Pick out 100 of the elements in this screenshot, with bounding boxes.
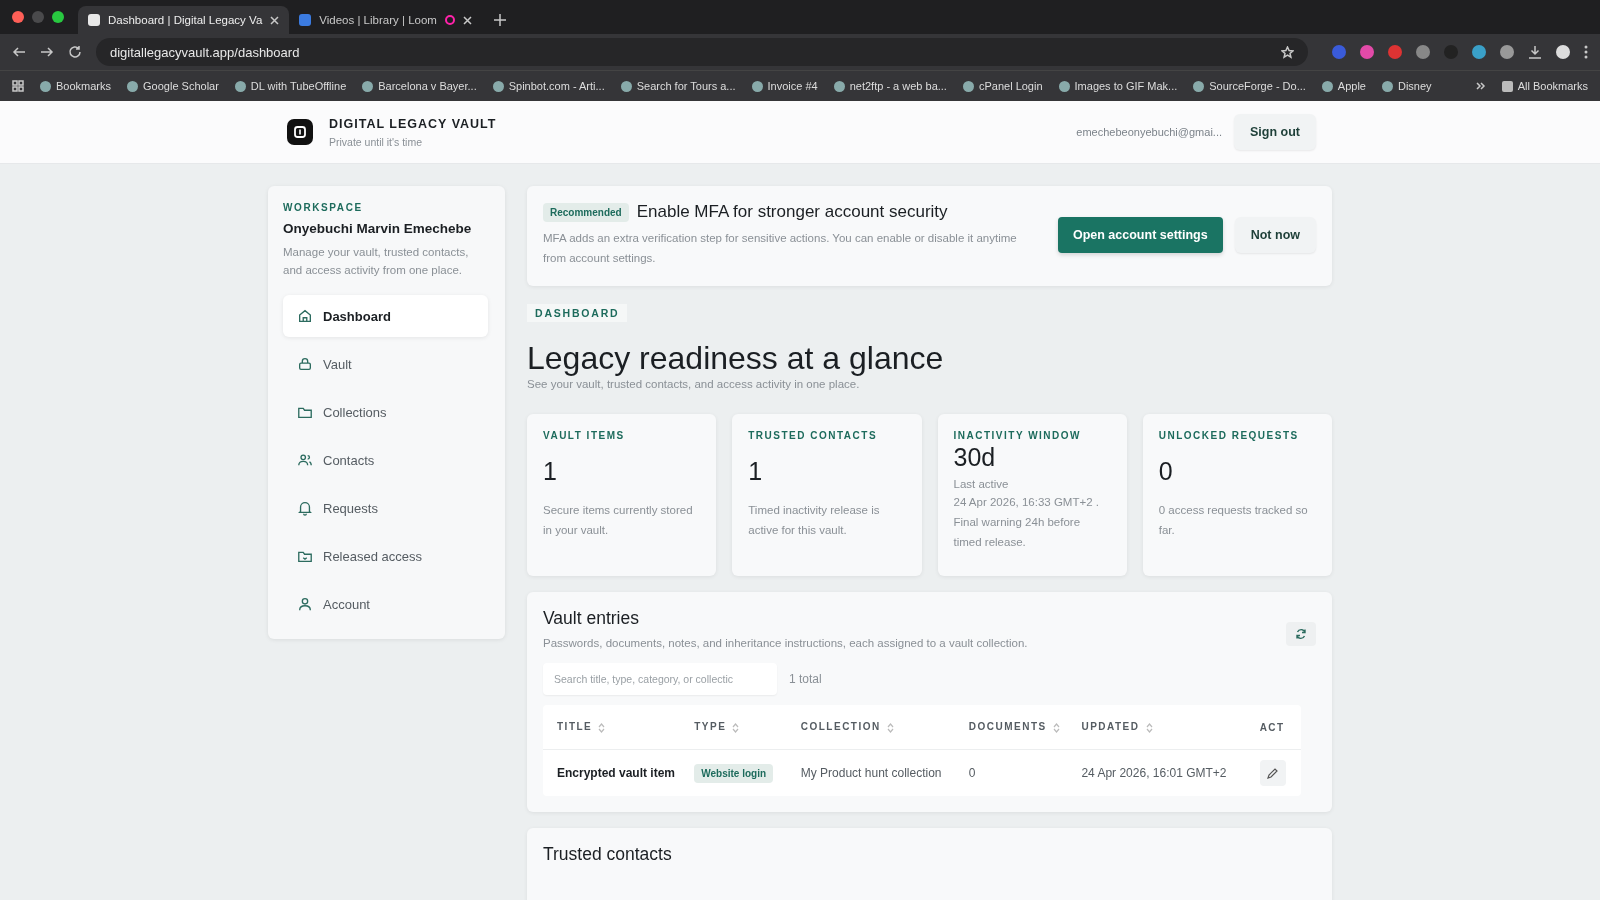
refresh-button[interactable] <box>1286 622 1316 646</box>
stat-label: UNLOCKED REQUESTS <box>1158 430 1300 441</box>
not-now-button[interactable]: Not now <box>1234 217 1316 253</box>
bell-icon <box>297 500 313 516</box>
table-cell: Encrypted vault item <box>543 749 681 796</box>
sidebar-item[interactable]: Released access <box>283 535 488 577</box>
sidebar-item[interactable]: Dashboard <box>283 295 488 337</box>
sort-icon <box>886 722 894 733</box>
sidebar-item[interactable]: Requests <box>283 487 488 529</box>
bookmark-link[interactable]: Google Scholar <box>127 80 219 92</box>
extension-icon[interactable] <box>1500 45 1514 59</box>
stat-value: 1 <box>543 457 558 486</box>
column-header[interactable]: TITLE <box>543 705 681 750</box>
table-cell: 0 <box>954 749 1068 796</box>
page-subtitle: See your vault, trusted contacts, and access activity in one place. <box>527 378 861 390</box>
table-cell: My Product hunt collection <box>786 749 955 796</box>
column-header[interactable]: ACT <box>1245 705 1301 750</box>
section-subtitle: Passwords, documents, notes, and inheritance instructions, each assigned to a vault collection. <box>543 637 1028 649</box>
column-header[interactable]: DOCUMENTS <box>954 705 1068 750</box>
section-title: Trusted contacts <box>543 844 673 865</box>
user-email: emechebeonyebuchi@gmai... <box>1076 126 1222 138</box>
sign-out-button[interactable]: Sign out <box>1234 114 1316 150</box>
extension-icon[interactable] <box>1416 45 1430 59</box>
stat-note: 24 Apr 2026, 16:33 GMT+2 . Final warning 24h before timed release. <box>953 495 1100 550</box>
profile-avatar[interactable] <box>1556 45 1570 59</box>
new-tab-icon[interactable] <box>493 14 506 26</box>
reload-icon[interactable] <box>68 45 82 59</box>
star-icon[interactable] <box>1281 45 1294 59</box>
page-title: Legacy readiness at a glance <box>527 340 945 377</box>
section-title: Vault entries <box>543 608 640 629</box>
stat-value: 30d <box>953 443 997 472</box>
banner-text: MFA adds an extra verification step for sensitive actions. You can enable or disable it anytime from account settings. <box>543 231 1018 266</box>
sidebar-item[interactable]: Account <box>283 583 488 625</box>
table-cell: 24 Apr 2026, 16:01 GMT+2 <box>1067 749 1246 796</box>
close-window-icon[interactable] <box>12 11 24 23</box>
sort-icon <box>1145 722 1153 733</box>
bookmark-link[interactable]: Disney <box>1382 80 1432 92</box>
person-icon <box>297 596 313 612</box>
sort-icon <box>598 722 606 733</box>
bookmark-link[interactable]: SourceForge - Do... <box>1193 80 1306 92</box>
stat-note: Secure items currently stored in your vault. <box>543 503 694 538</box>
menu-icon[interactable] <box>1584 45 1588 59</box>
people-icon <box>297 452 313 468</box>
sort-icon <box>1052 722 1060 733</box>
bookmark-link[interactable]: Barcelona v Bayer... <box>362 80 477 92</box>
record-icon <box>444 15 455 25</box>
sidebar-item[interactable]: Contacts <box>283 439 488 481</box>
bookmark-link[interactable]: cPanel Login <box>962 80 1043 92</box>
extension-icon[interactable] <box>1388 45 1402 59</box>
browser-tab[interactable]: Videos | Library | Loom <box>289 6 482 34</box>
stat-note: 0 access requests tracked so far. <box>1158 503 1309 538</box>
back-icon[interactable] <box>12 45 26 59</box>
bookmark-link[interactable]: Apple <box>1321 80 1366 92</box>
stat-note: Timed inactivity release is active for this vault. <box>748 503 881 538</box>
stat-label: VAULT ITEMS <box>543 430 626 441</box>
workspace-name: Onyebuchi Marvin Emechebe <box>283 221 473 236</box>
sort-icon <box>732 722 740 733</box>
download-icon[interactable] <box>1528 45 1542 59</box>
edit-button[interactable] <box>1259 760 1286 786</box>
address-bar[interactable]: digitallegacyvault.app/dashboard <box>96 38 1308 66</box>
close-tab-icon[interactable] <box>462 15 472 25</box>
stat-value: 1 <box>748 457 764 486</box>
stat-value: 0 <box>1158 457 1174 486</box>
column-header[interactable]: TYPE <box>680 705 787 750</box>
extension-icon[interactable] <box>1472 45 1486 59</box>
stat-sublabel: Last active <box>953 478 1010 490</box>
all-bookmarks-link[interactable]: All Bookmarks <box>1501 80 1588 92</box>
home-icon <box>297 308 313 324</box>
column-header[interactable]: COLLECTION <box>786 705 955 750</box>
search-field[interactable]: Search title, type, category, or collectic <box>543 663 777 695</box>
apps-grid-icon[interactable] <box>12 80 24 92</box>
lock-icon <box>297 356 313 372</box>
brand-name: DIGITAL LEGACY VAULT <box>329 116 497 131</box>
column-header[interactable]: UPDATED <box>1067 705 1246 750</box>
section-label: DASHBOARD <box>527 304 628 322</box>
brand-tagline: Private until it's time <box>329 135 424 148</box>
forward-icon[interactable] <box>40 45 54 59</box>
type-tag: Website login <box>694 764 774 783</box>
bookmark-link[interactable]: Bookmarks <box>40 80 112 92</box>
open-settings-button[interactable]: Open account settings <box>1057 217 1223 253</box>
more-bookmarks-icon[interactable] <box>1475 81 1486 91</box>
bookmark-link[interactable]: net2ftp - a web ba... <box>833 80 947 92</box>
bookmark-link[interactable]: Invoice #4 <box>751 80 818 92</box>
maximize-window-icon[interactable] <box>52 11 64 23</box>
sidebar-item[interactable]: Vault <box>283 343 488 385</box>
close-tab-icon[interactable] <box>270 15 280 25</box>
workspace-description: Manage your vault, trusted contacts, and access activity from one place. <box>283 245 470 278</box>
bookmark-link[interactable]: Search for Tours a... <box>620 80 736 92</box>
workspace-label: WORKSPACE <box>283 202 364 213</box>
tab-favicon-icon <box>299 14 312 26</box>
bookmark-link[interactable]: Images to GIF Mak... <box>1058 80 1178 92</box>
stat-label: TRUSTED CONTACTS <box>748 430 879 441</box>
pencil-icon <box>1267 767 1279 779</box>
bookmark-link[interactable]: DL with TubeOffline <box>234 80 347 92</box>
tab-favicon-icon <box>88 14 100 26</box>
bookmark-link[interactable]: Spinbot.com - Arti... <box>492 80 605 92</box>
extension-icon[interactable] <box>1360 45 1374 59</box>
browser-tab[interactable]: Dashboard | Digital Legacy Va <box>78 6 290 34</box>
sidebar-item[interactable]: Collections <box>283 391 488 433</box>
vault-logo-icon <box>287 119 313 145</box>
